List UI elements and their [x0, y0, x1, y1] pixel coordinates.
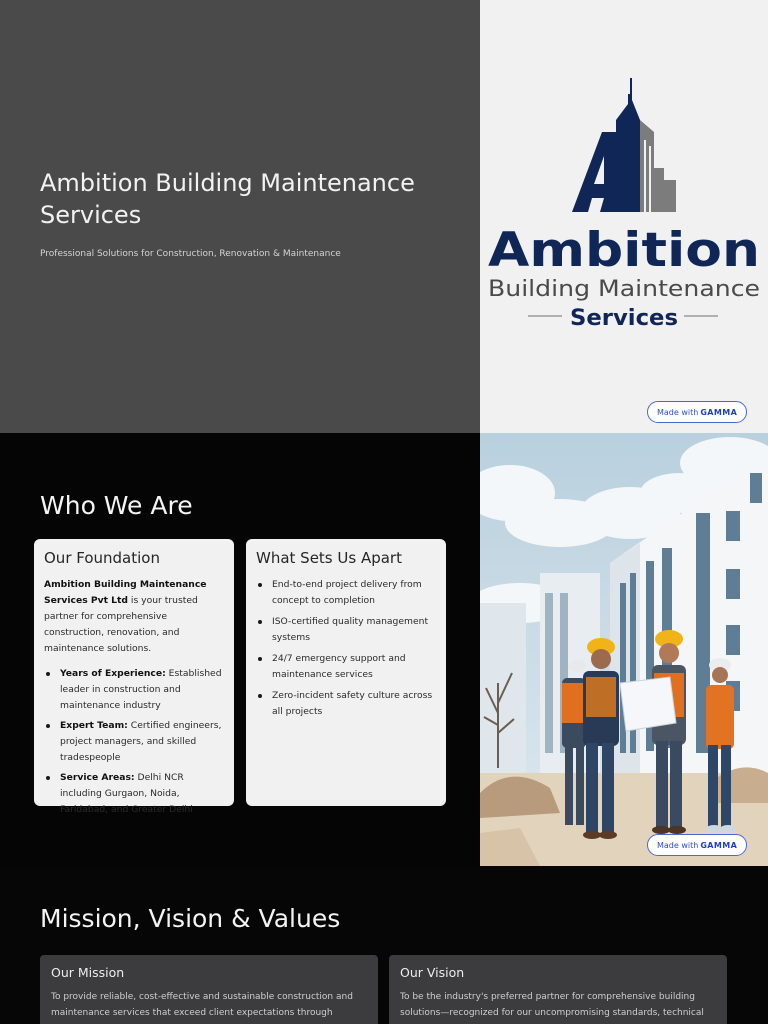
company-logo: Ambition Building Maintenance Services: [488, 78, 760, 331]
made-with-gamma-badge[interactable]: Made with GAMMA: [647, 834, 748, 856]
page-subtitle: Professional Solutions for Construction,…: [40, 249, 341, 259]
card-heading: What Sets Us Apart: [256, 549, 402, 567]
card-heading: Our Foundation: [44, 549, 160, 567]
foundation-list: Years of Experience: Established leader …: [44, 666, 224, 818]
list-item: End-to-end project delivery from concept…: [256, 577, 436, 609]
logo-line3: Services: [570, 306, 678, 331]
construction-team-illustration: Made with GAMMA: [480, 433, 768, 866]
list-item: ISO-certified quality management systems: [256, 614, 436, 646]
sets-apart-card: What Sets Us Apart End-to-end project de…: [246, 539, 446, 806]
made-with-gamma-badge[interactable]: Made with GAMMA: [647, 401, 748, 423]
page-title: Ambition Building Maintenance Services: [40, 169, 415, 229]
sets-apart-list: End-to-end project delivery from concept…: [256, 577, 436, 720]
list-item: Expert Team: Certified engineers, projec…: [44, 718, 224, 766]
logo-panel: Ambition Building Maintenance Services M…: [480, 0, 768, 433]
foundation-intro: Ambition Building Maintenance Services P…: [44, 579, 207, 654]
card-heading: Our Vision: [400, 965, 465, 980]
section-title: Who We Are: [40, 491, 193, 520]
list-item: Years of Experience: Established leader …: [44, 666, 224, 714]
foundation-card: Our Foundation Ambition Building Mainten…: [34, 539, 234, 815]
vision-text: To be the industry's preferred partner f…: [400, 992, 704, 1018]
title-slide: Ambition Building Maintenance Services P…: [0, 0, 768, 433]
vision-card: Our Vision To be the industry's preferre…: [389, 955, 727, 1024]
building-a-icon: [572, 78, 676, 212]
list-item: Zero-incident safety culture across all …: [256, 688, 436, 720]
list-item: 24/7 emergency support and maintenance s…: [256, 651, 436, 683]
gamma-brand: GAMMA: [700, 840, 738, 850]
mission-vision-slide: Mission, Vision & Values Our Mission To …: [0, 866, 768, 1024]
mission-card: Our Mission To provide reliable, cost-ef…: [40, 955, 378, 1024]
list-item: Service Areas: Delhi NCR including Gurga…: [44, 770, 224, 818]
gamma-brand: GAMMA: [700, 407, 738, 417]
badge-prefix: Made with: [657, 840, 699, 850]
badge-prefix: Made with: [657, 407, 699, 417]
logo-wordmark: Ambition: [488, 223, 760, 278]
card-heading: Our Mission: [51, 965, 125, 980]
mission-text: To provide reliable, cost-effective and …: [51, 992, 353, 1018]
section-title: Mission, Vision & Values: [40, 904, 341, 933]
who-we-are-slide: Who We Are Our Foundation Ambition Build…: [0, 433, 768, 866]
logo-line2: Building Maintenance: [488, 277, 760, 302]
